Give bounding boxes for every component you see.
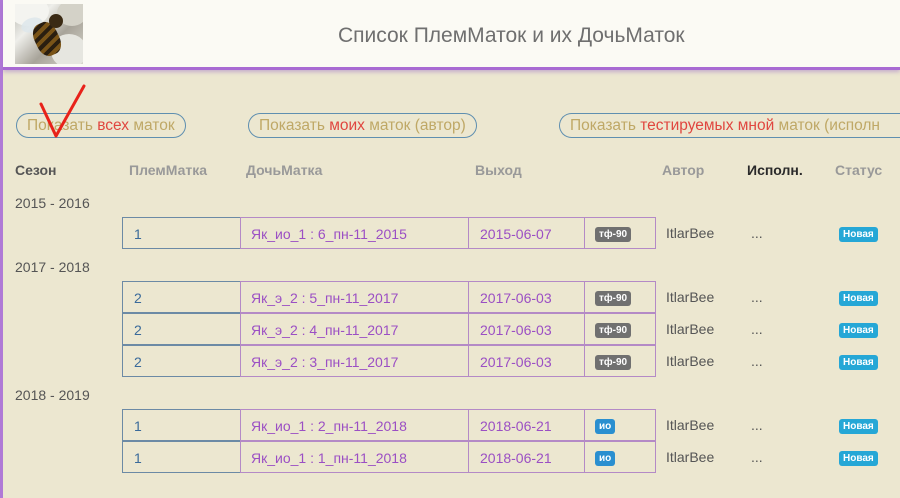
- plem-link[interactable]: 1: [122, 409, 241, 441]
- column-header-executor: Исполн.: [747, 162, 803, 178]
- table-row: 1 Як_ио_1 : 2_пн-11_2018 2018-06-21 ио I…: [122, 409, 900, 441]
- doch-link[interactable]: Як_э_2 : 5_пн-11_2017: [240, 281, 469, 313]
- column-header-plem: ПлемМатка: [129, 162, 207, 178]
- plem-link[interactable]: 2: [122, 281, 241, 313]
- table-row: 1 Як_ио_1 : 1_пн-11_2018 2018-06-21 ио I…: [122, 441, 900, 473]
- tag-cell: ио: [584, 441, 656, 473]
- table-row: 2 Як_э_2 : 4_пн-11_2017 2017-06-03 тф-90…: [122, 313, 900, 345]
- plem-link[interactable]: 1: [122, 441, 241, 473]
- doch-link[interactable]: Як_ио_1 : 6_пн-11_2015: [240, 217, 469, 249]
- status-badge: Новая: [839, 355, 878, 370]
- column-header-season: Сезон: [15, 162, 57, 178]
- season-label: 2017 - 2018: [15, 259, 90, 275]
- executor: ...: [751, 449, 763, 465]
- executor: ...: [751, 417, 763, 433]
- tag-badge: ио: [595, 451, 616, 466]
- status-badge: Новая: [839, 323, 878, 338]
- tag-badge: ио: [595, 419, 616, 434]
- plem-link[interactable]: 2: [122, 313, 241, 345]
- status-badge: Новая: [839, 227, 878, 242]
- executor: ...: [751, 289, 763, 305]
- tag-badge: тф-90: [595, 355, 632, 370]
- tag-badge: тф-90: [595, 291, 632, 306]
- author: ItlarBee: [666, 289, 715, 305]
- plem-link[interactable]: 1: [122, 217, 241, 249]
- page-header: Список ПлемМаток и их ДочьМаток: [3, 0, 900, 70]
- tag-cell: ио: [584, 409, 656, 441]
- exit-date[interactable]: 2017-06-03: [468, 313, 585, 345]
- author: ItlarBee: [666, 353, 715, 369]
- executor: ...: [751, 321, 763, 337]
- exit-date[interactable]: 2015-06-07: [468, 217, 585, 249]
- exit-date[interactable]: 2017-06-03: [468, 345, 585, 377]
- show-tested-queens-button[interactable]: Показать тестируемых мной маток (исполн: [559, 113, 900, 138]
- status-badge: Новая: [839, 451, 878, 466]
- column-header-doch: ДочьМатка: [246, 162, 323, 178]
- tag-cell: тф-90: [584, 313, 656, 345]
- show-my-queens-button[interactable]: Показать моих маток (автор): [248, 113, 477, 138]
- doch-link[interactable]: Як_ио_1 : 2_пн-11_2018: [240, 409, 469, 441]
- exit-date[interactable]: 2017-06-03: [468, 281, 585, 313]
- season-label: 2015 - 2016: [15, 195, 90, 211]
- tag-cell: тф-90: [584, 281, 656, 313]
- doch-link[interactable]: Як_э_2 : 3_пн-11_2017: [240, 345, 469, 377]
- executor: ...: [751, 353, 763, 369]
- executor: ...: [751, 225, 763, 241]
- column-header-author: Автор: [662, 162, 705, 178]
- doch-link[interactable]: Як_э_2 : 4_пн-11_2017: [240, 313, 469, 345]
- author: ItlarBee: [666, 225, 715, 241]
- exit-date[interactable]: 2018-06-21: [468, 441, 585, 473]
- status-badge: Новая: [839, 419, 878, 434]
- table-row: 2 Як_э_2 : 3_пн-11_2017 2017-06-03 тф-90…: [122, 345, 900, 377]
- column-header-exit: Выход: [475, 162, 522, 178]
- tag-cell: тф-90: [584, 345, 656, 377]
- author: ItlarBee: [666, 449, 715, 465]
- plem-link[interactable]: 2: [122, 345, 241, 377]
- exit-date[interactable]: 2018-06-21: [468, 409, 585, 441]
- tag-badge: тф-90: [595, 323, 632, 338]
- author: ItlarBee: [666, 417, 715, 433]
- status-badge: Новая: [839, 291, 878, 306]
- page-title: Список ПлемМаток и их ДочьМаток: [338, 24, 685, 47]
- window-frame: [0, 0, 3, 498]
- table-row: 1 Як_ио_1 : 6_пн-11_2015 2015-06-07 тф-9…: [122, 217, 900, 249]
- bee-logo-image: [15, 4, 83, 64]
- red-checkmark-icon: [39, 84, 86, 138]
- doch-link[interactable]: Як_ио_1 : 1_пн-11_2018: [240, 441, 469, 473]
- season-label: 2018 - 2019: [15, 387, 90, 403]
- tag-badge: тф-90: [595, 227, 632, 242]
- author: ItlarBee: [666, 321, 715, 337]
- tag-cell: тф-90: [584, 217, 656, 249]
- column-header-status: Статус: [835, 162, 883, 178]
- table-row: 2 Як_э_2 : 5_пн-11_2017 2017-06-03 тф-90…: [122, 281, 900, 313]
